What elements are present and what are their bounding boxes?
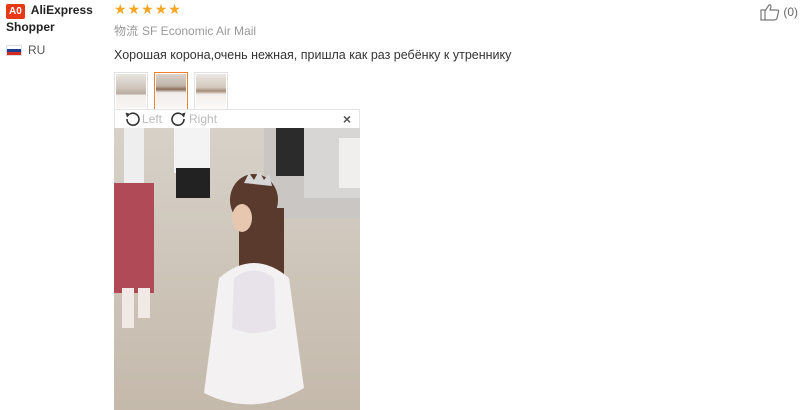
rotate-right-label: Right (189, 112, 218, 126)
rotate-left-icon (125, 112, 140, 126)
thumbnail-2[interactable] (154, 72, 188, 115)
thumbnail-image (116, 74, 146, 108)
thumbnail-image (156, 74, 186, 108)
star-icon: ★ (127, 1, 141, 17)
review-text: Хорошая корона,очень нежная, пришла как … (114, 48, 512, 62)
rotate-left-label: Left (142, 112, 163, 126)
photo-viewer: Left Right × (114, 109, 360, 410)
buyer-level-badge: A0 (6, 4, 25, 19)
rotate-right-icon (171, 112, 186, 126)
shipping-method: SF Economic Air Mail (142, 24, 257, 38)
close-viewer-button[interactable]: × (343, 111, 351, 127)
photo-thumbnails (114, 72, 754, 115)
photo-image (114, 128, 360, 410)
thumbnail-image (196, 74, 226, 108)
viewer-toolbar: Left Right × (114, 109, 360, 128)
shipping-info: 物流 SF Economic Air Mail (114, 22, 754, 39)
country-code: RU (28, 43, 46, 57)
reviewer-name-line2: Shopper (6, 20, 55, 34)
star-rating: ★ ★ ★ ★ ★ (114, 1, 754, 17)
reviewer-country: RU (6, 43, 110, 57)
rotate-left-button[interactable]: Left (123, 111, 162, 127)
thumbnail-1[interactable] (114, 72, 148, 110)
star-icon: ★ (154, 1, 168, 17)
star-icon: ★ (141, 1, 154, 17)
russia-flag-icon (6, 44, 22, 56)
reviewer-name: AliExpress (30, 3, 93, 17)
star-icon: ★ (114, 1, 127, 17)
reviewer-name-row: A0 AliExpress (6, 2, 110, 19)
reviewer-info: A0 AliExpress Shopper RU (6, 2, 110, 57)
rotate-right-button[interactable]: Right (170, 111, 217, 127)
like-count: (0) (783, 5, 798, 19)
thumbnail-3[interactable] (194, 72, 228, 110)
shipping-label: 物流 (114, 24, 139, 38)
helpful-like[interactable]: (0) (760, 3, 798, 21)
star-icon: ★ (168, 1, 181, 17)
review-photo (114, 128, 360, 410)
thumbs-up-icon (760, 4, 780, 21)
review-body: ★ ★ ★ ★ ★ 物流 SF Economic Air Mail Хорошая… (114, 0, 754, 115)
